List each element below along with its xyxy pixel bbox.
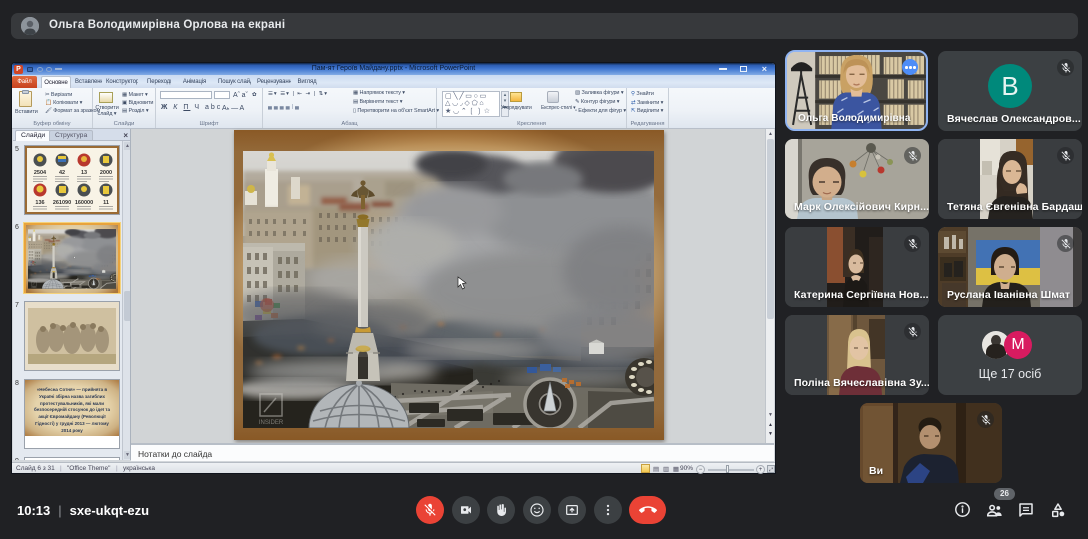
svg-text:13: 13 xyxy=(81,170,87,176)
svg-text:2000: 2000 xyxy=(100,170,112,176)
svg-text:261090: 261090 xyxy=(53,200,71,206)
svg-text:160000: 160000 xyxy=(75,200,93,206)
svg-text:2504: 2504 xyxy=(34,170,47,176)
svg-text:136: 136 xyxy=(35,200,44,206)
svg-text:42: 42 xyxy=(59,170,65,176)
svg-text:11: 11 xyxy=(103,200,109,206)
